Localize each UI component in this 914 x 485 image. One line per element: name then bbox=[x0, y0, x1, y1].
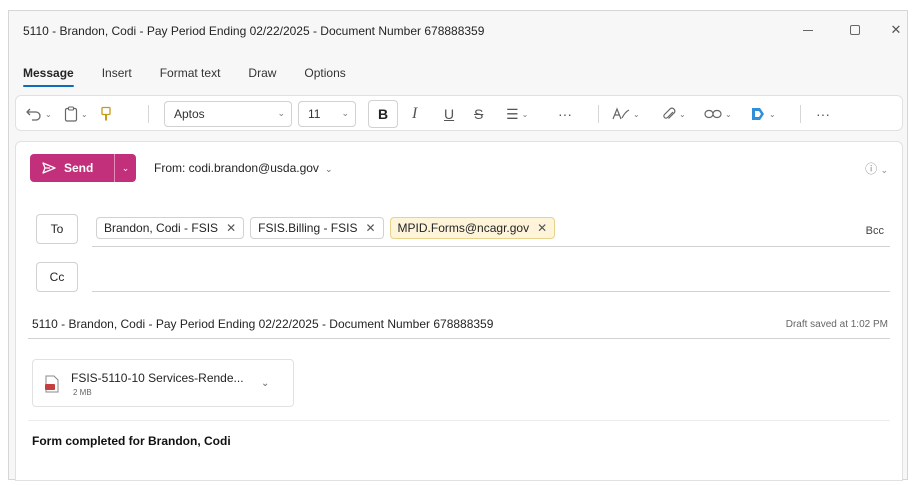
attachment-name: FSIS-5110-10 Services-Rende... bbox=[71, 371, 244, 385]
minimize-icon bbox=[803, 29, 813, 31]
attachment-card[interactable]: FSIS-5110-10 Services-Rende... 2 MB ⌄ bbox=[32, 359, 294, 407]
compose-window: 5110 - Brandon, Codi - Pay Period Ending… bbox=[8, 10, 908, 481]
styles-icon bbox=[612, 107, 630, 120]
chevron-down-icon: ⌄ bbox=[81, 109, 88, 119]
to-field-underline bbox=[92, 246, 890, 247]
help-icon: ⓘ bbox=[865, 162, 878, 176]
chevron-down-icon[interactable]: ⌄ bbox=[261, 378, 269, 389]
minimize-button[interactable] bbox=[797, 21, 819, 39]
send-group: Send ⌄ bbox=[30, 154, 136, 182]
pdf-file-icon bbox=[45, 375, 59, 393]
send-label: Send bbox=[64, 161, 94, 175]
cc-button[interactable]: Cc bbox=[36, 262, 78, 292]
subject-field[interactable]: 5110 - Brandon, Codi - Pay Period Ending… bbox=[32, 317, 493, 331]
font-size-value: 11 bbox=[308, 107, 321, 121]
tab-format-text[interactable]: Format text bbox=[160, 66, 221, 84]
chevron-down-icon: ⌄ bbox=[725, 109, 732, 119]
external-recipient-chip[interactable]: MPID.Forms@ncagr.gov ✕ bbox=[389, 217, 556, 239]
ribbon-divider bbox=[598, 105, 599, 123]
from-text: From: codi.brandon@usda.gov bbox=[154, 161, 319, 175]
sensitivity-button[interactable]: ⌄ bbox=[750, 101, 776, 127]
format-painter-icon bbox=[101, 106, 111, 121]
message-body[interactable]: Form completed for Brandon, Codi bbox=[32, 434, 231, 448]
undo-icon bbox=[26, 108, 41, 121]
compose-pane: Send ⌄ From: codi.brandon@usda.gov ⌄ ⓘ ⌄ … bbox=[15, 141, 903, 481]
tab-options[interactable]: Options bbox=[304, 66, 345, 84]
recipient-name: Brandon, Codi - FSIS bbox=[104, 221, 219, 235]
ribbon-toolbar: ⌄ ⌄ Aptos ⌄ 11 ⌄ B I U S ☰ ⌄ ··· ⌄ ⌄ ⌄ ⌄… bbox=[15, 95, 903, 131]
paperclip-icon bbox=[663, 107, 676, 119]
recipient-name: FSIS.Billing - FSIS bbox=[258, 221, 358, 235]
recipient-chip[interactable]: Brandon, Codi - FSIS ✕ bbox=[96, 217, 245, 239]
cc-field-input[interactable] bbox=[92, 291, 890, 292]
window-title: 5110 - Brandon, Codi - Pay Period Ending… bbox=[23, 24, 485, 38]
strikethrough-button[interactable]: S bbox=[474, 101, 483, 127]
remove-recipient-icon[interactable]: ✕ bbox=[226, 221, 236, 235]
chevron-down-icon: ⌄ bbox=[341, 108, 349, 118]
paste-button[interactable]: ⌄ bbox=[64, 101, 88, 127]
to-recipients[interactable]: Brandon, Codi - FSIS ✕ FSIS.Billing - FSI… bbox=[96, 217, 556, 239]
send-button[interactable]: Send bbox=[30, 154, 114, 182]
clipboard-icon bbox=[64, 106, 78, 122]
chevron-down-icon: ⌄ bbox=[45, 109, 52, 119]
recipient-chip[interactable]: FSIS.Billing - FSIS ✕ bbox=[250, 217, 384, 239]
chevron-down-icon: ⌄ bbox=[324, 164, 333, 174]
italic-button[interactable]: I bbox=[412, 101, 417, 127]
attachment-size: 2 MB bbox=[73, 388, 92, 397]
close-icon: ✕ bbox=[890, 22, 902, 37]
font-size-dropdown[interactable]: 11 ⌄ bbox=[298, 101, 356, 127]
bold-button[interactable]: B bbox=[368, 100, 398, 128]
ribbon-tabs: Message Insert Format text Draw Options bbox=[23, 66, 374, 87]
body-divider bbox=[28, 420, 890, 421]
bcc-button[interactable]: Bcc bbox=[866, 225, 884, 237]
chevron-down-icon: ⌄ bbox=[521, 109, 529, 119]
styles-button[interactable]: ⌄ bbox=[612, 101, 640, 127]
format-painter-button[interactable] bbox=[100, 101, 112, 127]
chevron-down-icon: ⌄ bbox=[769, 109, 776, 119]
title-bar: 5110 - Brandon, Codi - Pay Period Ending… bbox=[9, 11, 907, 51]
more-formatting-button[interactable]: ··· bbox=[558, 101, 572, 127]
chevron-down-icon: ⌄ bbox=[121, 162, 130, 173]
tab-insert[interactable]: Insert bbox=[102, 66, 132, 84]
ribbon-divider bbox=[148, 105, 149, 123]
recipient-name: MPID.Forms@ncagr.gov bbox=[397, 221, 530, 235]
chevron-down-icon: ⌄ bbox=[880, 165, 888, 175]
ribbon-divider bbox=[800, 105, 801, 123]
undo-button[interactable]: ⌄ bbox=[26, 101, 52, 127]
send-options-button[interactable]: ⌄ bbox=[114, 154, 136, 182]
underline-button[interactable]: U bbox=[444, 101, 454, 127]
font-name-value: Aptos bbox=[174, 107, 205, 121]
insert-link-button[interactable]: ⌄ bbox=[704, 101, 732, 127]
chevron-down-icon: ⌄ bbox=[679, 109, 686, 119]
more-options-button[interactable]: ··· bbox=[816, 101, 830, 127]
tab-message[interactable]: Message bbox=[23, 66, 74, 87]
link-icon bbox=[704, 109, 722, 119]
font-name-dropdown[interactable]: Aptos ⌄ bbox=[164, 101, 292, 127]
send-icon bbox=[42, 162, 56, 174]
close-button[interactable]: ✕ bbox=[885, 21, 907, 39]
subject-underline bbox=[28, 338, 890, 339]
help-button[interactable]: ⓘ ⌄ bbox=[865, 160, 888, 177]
remove-recipient-icon[interactable]: ✕ bbox=[537, 221, 547, 235]
chevron-down-icon: ⌄ bbox=[277, 108, 285, 118]
attach-file-button[interactable]: ⌄ bbox=[662, 101, 686, 127]
remove-recipient-icon[interactable]: ✕ bbox=[365, 221, 375, 235]
maximize-button[interactable] bbox=[844, 21, 866, 39]
maximize-icon bbox=[850, 25, 860, 35]
bullet-list-icon: ☰ bbox=[506, 105, 519, 122]
draft-status: Draft saved at 1:02 PM bbox=[785, 319, 888, 330]
chevron-down-icon: ⌄ bbox=[633, 109, 640, 119]
to-button[interactable]: To bbox=[36, 214, 78, 244]
sensitivity-icon bbox=[752, 108, 764, 120]
from-selector[interactable]: From: codi.brandon@usda.gov ⌄ bbox=[154, 161, 332, 175]
bullets-button[interactable]: ☰ ⌄ bbox=[506, 101, 528, 127]
tab-draw[interactable]: Draw bbox=[248, 66, 276, 84]
